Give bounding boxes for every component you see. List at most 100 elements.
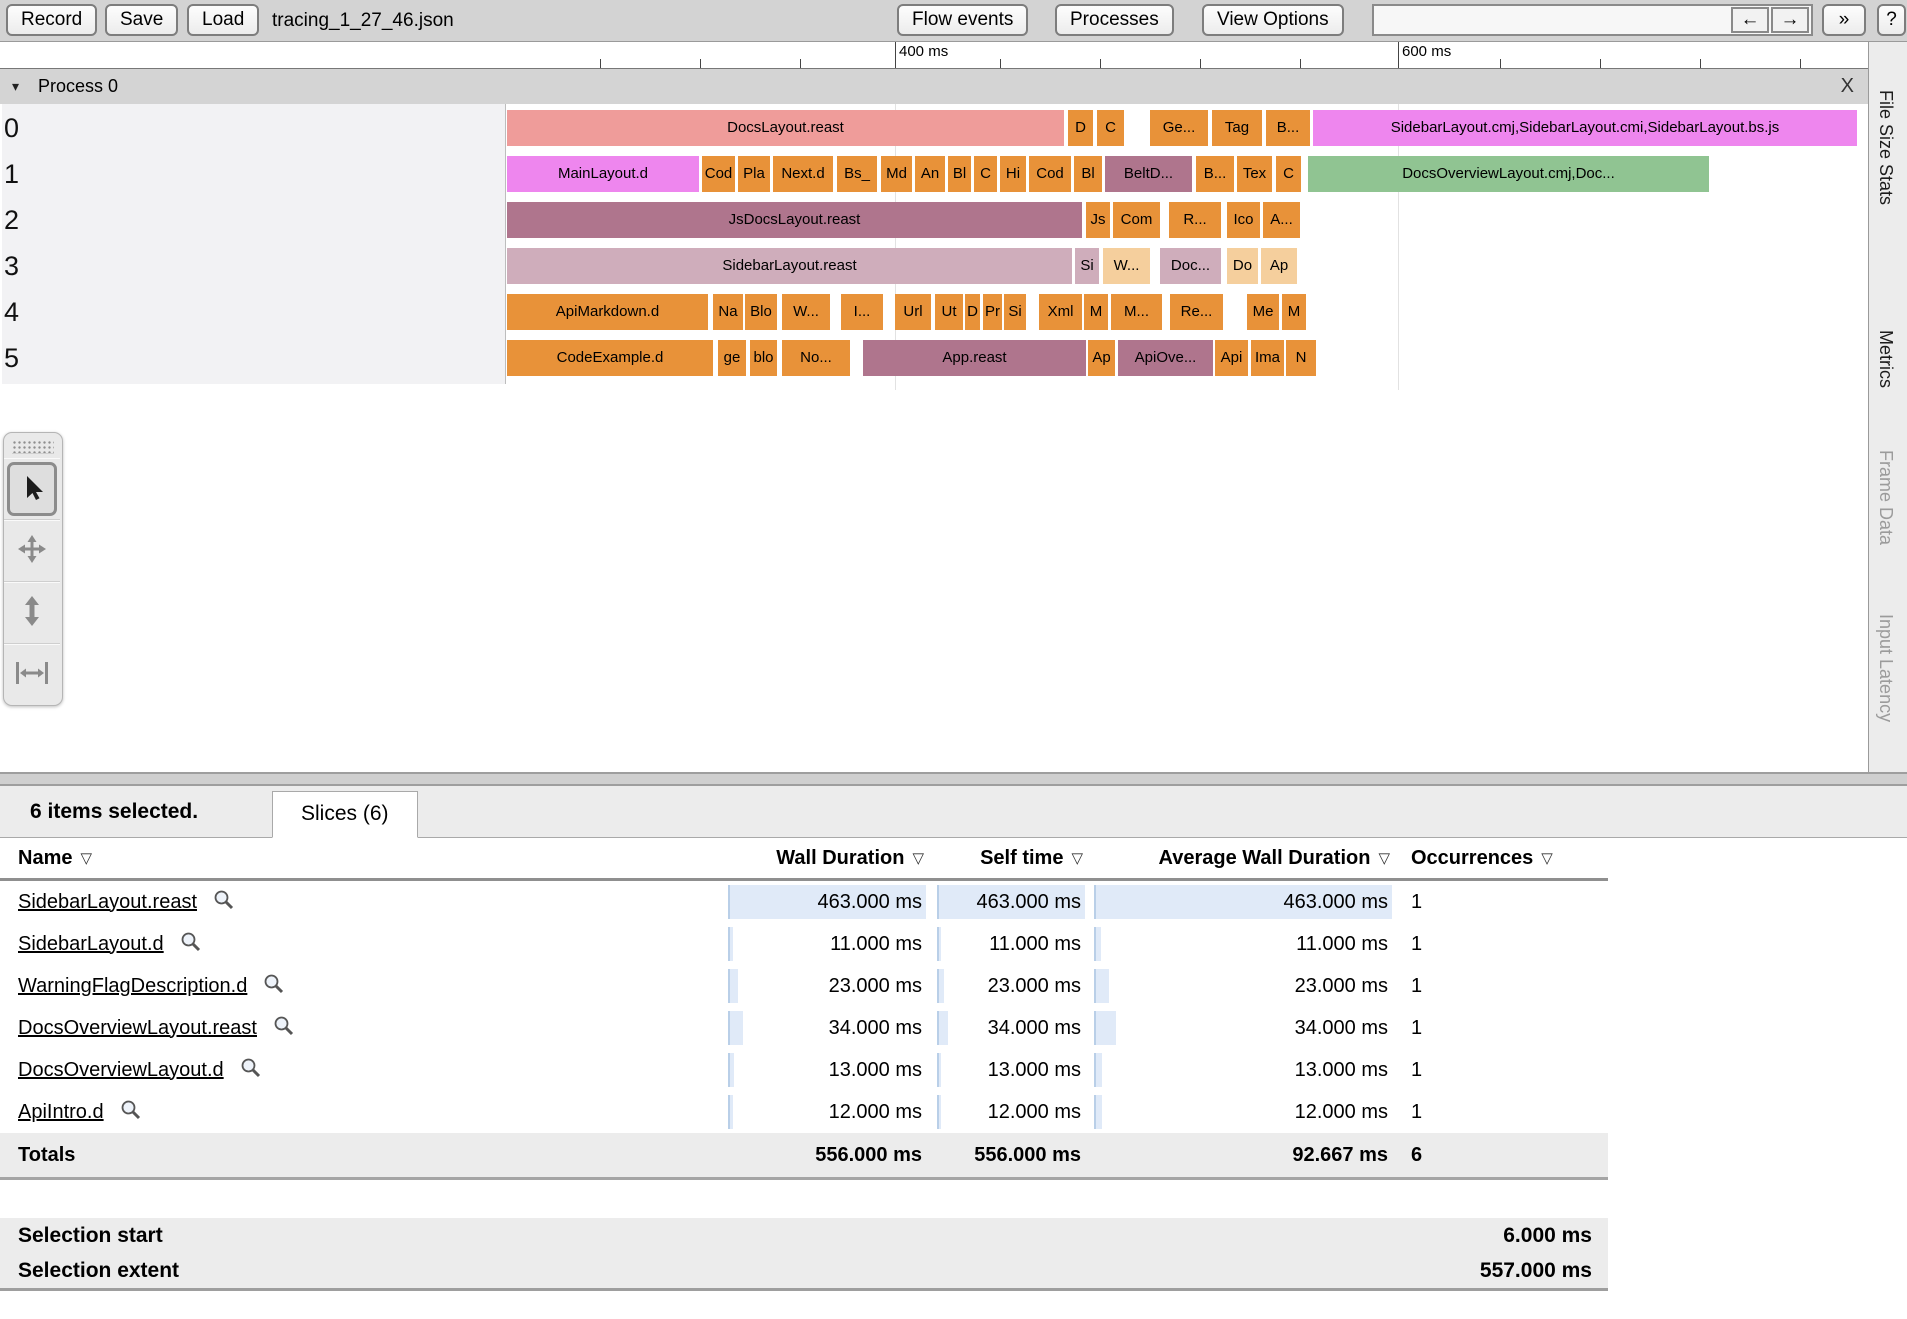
- horizontal-splitter[interactable]: [0, 772, 1907, 786]
- flame-slice[interactable]: Pla: [738, 156, 770, 192]
- flame-slice[interactable]: Ap: [1261, 248, 1297, 284]
- flame-slice[interactable]: D: [1068, 110, 1093, 146]
- magnifier-icon[interactable]: [180, 931, 201, 958]
- slice-name-link[interactable]: WarningFlagDescription.d: [18, 975, 247, 998]
- flame-slice[interactable]: B...: [1266, 110, 1310, 146]
- flame-slice[interactable]: Ap: [1088, 340, 1115, 376]
- flame-slice[interactable]: B...: [1196, 156, 1234, 192]
- flame-slice[interactable]: Ima: [1251, 340, 1284, 376]
- flame-slice[interactable]: DocsOverviewLayout.cmj,Doc...: [1308, 156, 1709, 192]
- side-tab-file-size-stats[interactable]: File Size Stats: [1875, 90, 1896, 205]
- flame-slice[interactable]: Next.d: [773, 156, 833, 192]
- flame-slice[interactable]: Js: [1086, 202, 1110, 238]
- flame-slice[interactable]: A...: [1263, 202, 1300, 238]
- slice-name-link[interactable]: DocsOverviewLayout.d: [18, 1059, 224, 1082]
- flame-slice[interactable]: M: [1084, 294, 1108, 330]
- timeline-ruler[interactable]: 400 ms 600 ms: [0, 42, 1868, 69]
- flame-slice[interactable]: Cod: [702, 156, 735, 192]
- flame-slice[interactable]: SidebarLayout.reast: [507, 248, 1072, 284]
- flame-slice[interactable]: JsDocsLayout.reast: [507, 202, 1082, 238]
- load-button[interactable]: Load: [187, 4, 260, 36]
- flame-slice[interactable]: Blo: [745, 294, 777, 330]
- side-tab-frame-data[interactable]: Frame Data: [1875, 450, 1896, 545]
- view-options-button[interactable]: View Options: [1202, 4, 1344, 36]
- flame-slice[interactable]: Bl: [948, 156, 971, 192]
- magnifier-icon[interactable]: [120, 1099, 141, 1126]
- record-button[interactable]: Record: [6, 4, 98, 36]
- flame-slice[interactable]: Hi: [1000, 156, 1026, 192]
- flame-slice[interactable]: N: [1286, 340, 1316, 376]
- side-tab-metrics[interactable]: Metrics: [1875, 330, 1896, 388]
- flame-slice[interactable]: Me: [1247, 294, 1279, 330]
- find-previous-button[interactable]: ←: [1731, 7, 1769, 33]
- flame-slice[interactable]: Si: [1004, 294, 1026, 330]
- slice-name-link[interactable]: SidebarLayout.d: [18, 933, 164, 956]
- column-header-wall-duration[interactable]: Wall Duration ▽: [728, 838, 926, 878]
- flame-slice[interactable]: Url: [895, 294, 931, 330]
- flame-slice[interactable]: Com: [1113, 202, 1160, 238]
- expand-panel-button[interactable]: »: [1822, 4, 1866, 36]
- close-process-icon[interactable]: X: [1841, 69, 1854, 104]
- column-header-occurrences[interactable]: Occurrences ▽: [1411, 838, 1553, 878]
- selection-tool-button[interactable]: [4, 458, 60, 520]
- flame-slice[interactable]: MainLayout.d: [507, 156, 699, 192]
- magnifier-icon[interactable]: [240, 1057, 261, 1084]
- flame-slice[interactable]: Api: [1215, 340, 1248, 376]
- flame-slice[interactable]: M...: [1111, 294, 1162, 330]
- flame-slice[interactable]: Si: [1075, 248, 1099, 284]
- flame-slice[interactable]: Ico: [1227, 202, 1260, 238]
- flame-slice[interactable]: C: [1276, 156, 1301, 192]
- tab-slices[interactable]: Slices (6): [272, 791, 418, 838]
- magnifier-icon[interactable]: [273, 1015, 294, 1042]
- flame-slice[interactable]: Tag: [1212, 110, 1262, 146]
- flame-slice[interactable]: Bl: [1074, 156, 1102, 192]
- flame-slice[interactable]: M: [1282, 294, 1306, 330]
- flame-slice[interactable]: W...: [1103, 248, 1150, 284]
- flame-slice[interactable]: Na: [713, 294, 743, 330]
- flame-slice[interactable]: BeltD...: [1105, 156, 1192, 192]
- flame-slice[interactable]: Cod: [1029, 156, 1071, 192]
- flame-slice[interactable]: App.reast: [863, 340, 1086, 376]
- flame-slice[interactable]: Re...: [1170, 294, 1223, 330]
- flame-slice[interactable]: An: [915, 156, 945, 192]
- palette-drag-handle[interactable]: [12, 440, 54, 454]
- help-button[interactable]: ?: [1877, 4, 1906, 36]
- zoom-tool-button[interactable]: [4, 582, 60, 644]
- flame-slice[interactable]: Bs_: [837, 156, 877, 192]
- flame-slice[interactable]: W...: [782, 294, 830, 330]
- processes-button[interactable]: Processes: [1055, 4, 1174, 36]
- find-next-button[interactable]: →: [1771, 7, 1809, 33]
- flame-slice[interactable]: ge: [718, 340, 746, 376]
- flame-slice[interactable]: Xml: [1039, 294, 1082, 330]
- save-button[interactable]: Save: [105, 4, 179, 36]
- magnifier-icon[interactable]: [263, 973, 284, 1000]
- slice-name-link[interactable]: SidebarLayout.reast: [18, 891, 197, 914]
- flame-slice[interactable]: D: [965, 294, 980, 330]
- flame-slice[interactable]: Ut: [935, 294, 963, 330]
- flame-slice[interactable]: I...: [841, 294, 883, 330]
- magnifier-icon[interactable]: [213, 889, 234, 916]
- flame-slice[interactable]: ApiOve...: [1118, 340, 1213, 376]
- flame-slice[interactable]: SidebarLayout.cmj,SidebarLayout.cmi,Side…: [1313, 110, 1857, 146]
- flame-slice[interactable]: ApiMarkdown.d: [507, 294, 708, 330]
- slice-name-link[interactable]: ApiIntro.d: [18, 1101, 104, 1124]
- column-header-average-wall-duration[interactable]: Average Wall Duration ▽: [1094, 838, 1392, 878]
- flame-slice[interactable]: Ge...: [1150, 110, 1208, 146]
- flame-slice[interactable]: Pr: [983, 294, 1002, 330]
- flame-slice[interactable]: C: [1097, 110, 1124, 146]
- flame-slice[interactable]: Doc...: [1160, 248, 1221, 284]
- flame-slice[interactable]: R...: [1169, 202, 1221, 238]
- flame-slice[interactable]: DocsLayout.reast: [507, 110, 1064, 146]
- column-header-self-time[interactable]: Self time ▽: [937, 838, 1085, 878]
- flow-events-button[interactable]: Flow events: [897, 4, 1029, 36]
- pan-tool-button[interactable]: [4, 520, 60, 582]
- flame-slice[interactable]: C: [974, 156, 997, 192]
- search-input[interactable]: [1374, 6, 1731, 34]
- flame-slice[interactable]: Do: [1227, 248, 1258, 284]
- flame-slice[interactable]: Tex: [1237, 156, 1272, 192]
- timing-tool-button[interactable]: [4, 644, 60, 706]
- column-header-name[interactable]: Name ▽: [18, 838, 92, 878]
- flame-slice[interactable]: blo: [750, 340, 777, 376]
- side-tab-input-latency[interactable]: Input Latency: [1875, 614, 1896, 722]
- slice-name-link[interactable]: DocsOverviewLayout.reast: [18, 1017, 257, 1040]
